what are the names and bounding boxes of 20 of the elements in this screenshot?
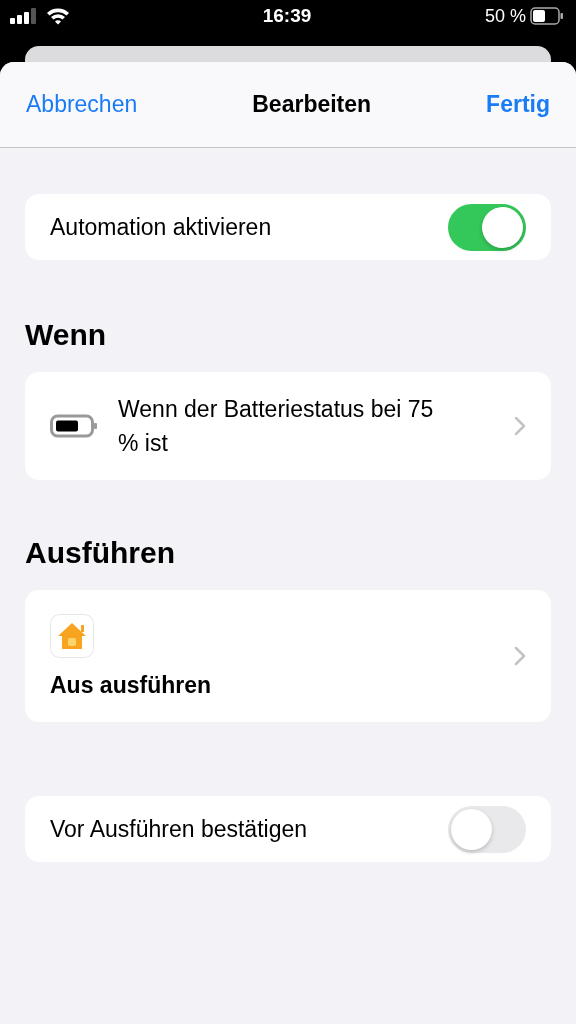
section-heading: Ausführen (25, 536, 176, 570)
done-button[interactable]: Fertig (486, 91, 550, 118)
home-app-icon (50, 613, 94, 658)
battery-icon (50, 414, 98, 438)
toggle-switch[interactable] (448, 805, 526, 853)
action-row[interactable]: Aus ausführen (25, 590, 551, 722)
battery-icon (530, 7, 564, 25)
toggle-label: Vor Ausführen bestätigen (50, 815, 309, 843)
condition-row[interactable]: Wenn der Batteriestatus bei 75 % ist (25, 372, 551, 480)
toggle-switch[interactable] (448, 203, 526, 251)
battery-percent: 50 % (484, 5, 526, 27)
status-time: 16:39 (262, 5, 312, 27)
section-heading: Wenn (25, 318, 108, 352)
chevron-icon (514, 646, 526, 666)
signal-icon (10, 8, 36, 24)
cancel-button[interactable]: Abbrechen (26, 91, 138, 118)
nav-title: Bearbeiten (252, 91, 372, 118)
chevron-icon (514, 416, 526, 436)
wifi-icon (46, 7, 70, 25)
toggle-label: Automation aktivieren (50, 213, 273, 241)
